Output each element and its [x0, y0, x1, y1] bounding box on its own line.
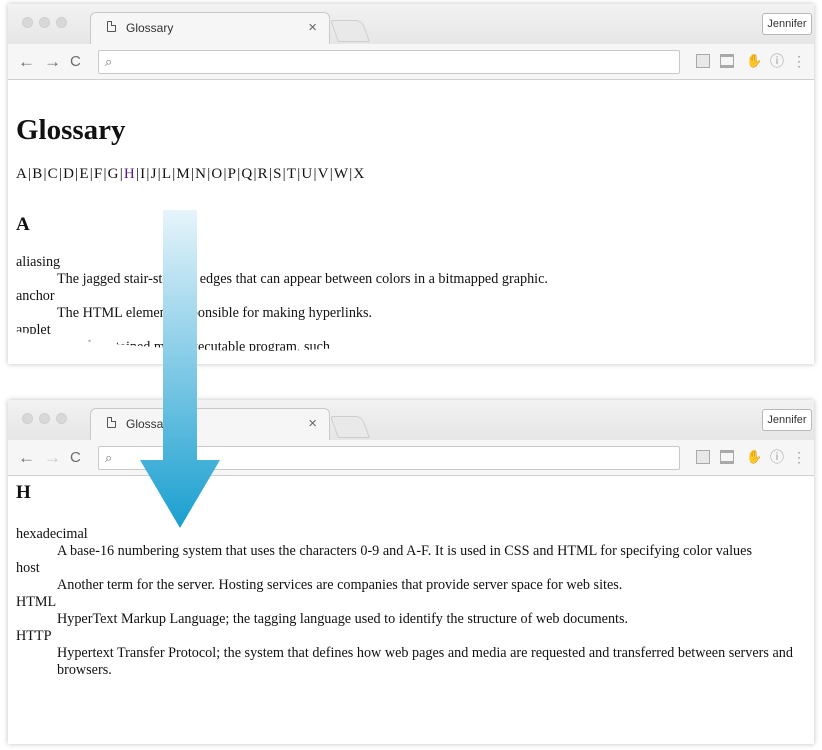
back-icon[interactable]: ←: [18, 448, 35, 468]
glossary-term: aliasing: [16, 254, 61, 270]
address-bar[interactable]: ⌕: [98, 50, 680, 74]
glossary-definition: A base-16 numbering system that uses the…: [57, 543, 752, 559]
zoom-window-icon[interactable]: [56, 413, 67, 424]
section-heading-a: A: [16, 214, 30, 235]
torn-edge: [8, 311, 814, 364]
alphabet-link-h[interactable]: H: [124, 166, 135, 182]
alphabet-link-v[interactable]: V: [318, 166, 329, 182]
profile-button[interactable]: Jennifer: [762, 13, 812, 35]
page-title: Glossary: [16, 114, 126, 146]
alphabet-link-p[interactable]: P: [228, 166, 237, 182]
glossary-term: host: [16, 560, 40, 576]
glossary-term: hexadecimal: [16, 526, 88, 542]
back-icon[interactable]: ←: [18, 52, 35, 72]
alphabet-link-u[interactable]: U: [301, 166, 312, 182]
toolbar: ← → C ⌕ ✋ ⓘ ⋮: [8, 440, 814, 476]
alphabet-link-s[interactable]: S: [273, 166, 282, 182]
glossary-definition: Another term for the server. Hosting ser…: [57, 577, 623, 593]
browser-window-bottom: Glossary × Jennifer ← → C ⌕ ✋ ⓘ ⋮ H hexa…: [8, 400, 814, 744]
glossary-list-h: hexadecimal A base-16 numbering system th…: [16, 526, 810, 679]
hand-icon[interactable]: ✋: [746, 54, 762, 68]
search-icon: ⌕: [105, 54, 113, 69]
tab-title: Glossary: [126, 21, 174, 35]
alphabet-link-m[interactable]: M: [176, 166, 190, 182]
browser-window-top: Glossary × Jennifer ← → C ⌕ ✋ ⓘ ⋮ Glossa…: [8, 4, 814, 364]
hand-icon[interactable]: ✋: [746, 450, 762, 464]
new-tab-button[interactable]: [329, 416, 371, 438]
tab-close-icon[interactable]: ×: [308, 415, 317, 432]
extension-icon[interactable]: [696, 54, 710, 68]
reload-icon[interactable]: C: [70, 449, 81, 466]
minimize-window-icon[interactable]: [39, 17, 50, 28]
cast-icon[interactable]: [720, 450, 734, 464]
tab-close-icon[interactable]: ×: [308, 19, 317, 36]
menu-icon[interactable]: ⋮: [792, 450, 806, 464]
info-icon[interactable]: ⓘ: [770, 54, 784, 68]
page-icon: [107, 21, 116, 32]
alphabet-link-x[interactable]: X: [353, 166, 364, 182]
info-icon[interactable]: ⓘ: [770, 450, 784, 464]
forward-icon[interactable]: →: [44, 448, 61, 468]
alphabet-link-t[interactable]: T: [287, 166, 296, 182]
glossary-term: anchor: [16, 288, 55, 304]
tab-bar: Glossary × Jennifer: [8, 400, 814, 440]
section-heading-h: H: [16, 482, 31, 503]
glossary-definition: HyperText Markup Language; the tagging l…: [57, 611, 629, 627]
menu-icon[interactable]: ⋮: [792, 54, 806, 68]
alphabet-nav: A|B|C|D|E|F|G|H|I|J|L|M|N|O|P|Q|R|S|T|U|…: [16, 166, 365, 183]
alphabet-link-l[interactable]: L: [162, 166, 171, 182]
alphabet-link-a[interactable]: A: [16, 166, 27, 182]
alphabet-link-q[interactable]: Q: [241, 166, 252, 182]
minimize-window-icon[interactable]: [39, 413, 50, 424]
glossary-term: HTML: [16, 594, 57, 610]
alphabet-link-c[interactable]: C: [48, 166, 58, 182]
alphabet-link-w[interactable]: W: [334, 166, 348, 182]
cast-icon[interactable]: [720, 54, 734, 68]
zoom-window-icon[interactable]: [56, 17, 67, 28]
close-window-icon[interactable]: [22, 413, 33, 424]
new-tab-button[interactable]: [329, 20, 371, 42]
torn-edge: [8, 695, 814, 744]
extension-icon[interactable]: [696, 450, 710, 464]
alphabet-link-b[interactable]: B: [32, 166, 42, 182]
alphabet-link-r[interactable]: R: [258, 166, 268, 182]
alphabet-link-g[interactable]: G: [108, 166, 119, 182]
scroll-down-arrow-icon: [140, 210, 220, 528]
close-window-icon[interactable]: [22, 17, 33, 28]
profile-button[interactable]: Jennifer: [762, 409, 812, 431]
glossary-definition: Hypertext Transfer Protocol; the system …: [57, 645, 793, 678]
alphabet-link-e[interactable]: E: [79, 166, 88, 182]
alphabet-link-o[interactable]: O: [211, 166, 222, 182]
alphabet-link-n[interactable]: N: [195, 166, 206, 182]
tab-bar: Glossary × Jennifer: [8, 4, 814, 44]
glossary-term: HTTP: [16, 628, 52, 644]
reload-icon[interactable]: C: [70, 53, 81, 70]
search-icon: ⌕: [105, 450, 113, 465]
alphabet-link-j[interactable]: J: [151, 166, 157, 182]
page-icon: [107, 417, 116, 428]
tab-glossary[interactable]: Glossary ×: [90, 12, 330, 44]
toolbar: ← → C ⌕ ✋ ⓘ ⋮: [8, 44, 814, 80]
alphabet-link-d[interactable]: D: [63, 166, 74, 182]
forward-icon[interactable]: →: [44, 52, 61, 72]
